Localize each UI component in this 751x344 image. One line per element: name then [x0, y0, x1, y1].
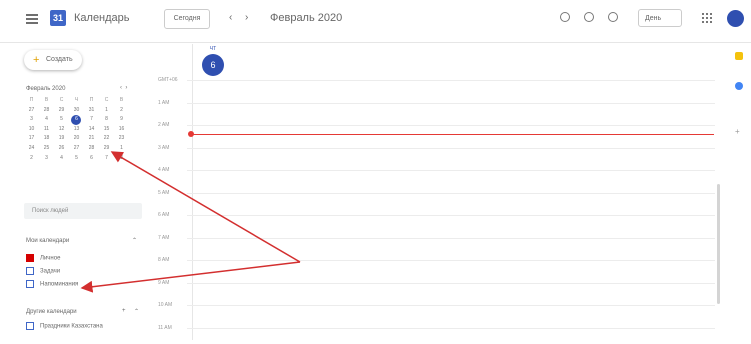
annotation-arrow-to-date [110, 151, 301, 263]
annotation-arrow-to-calendar [80, 261, 301, 293]
annotation-arrows [80, 151, 301, 293]
